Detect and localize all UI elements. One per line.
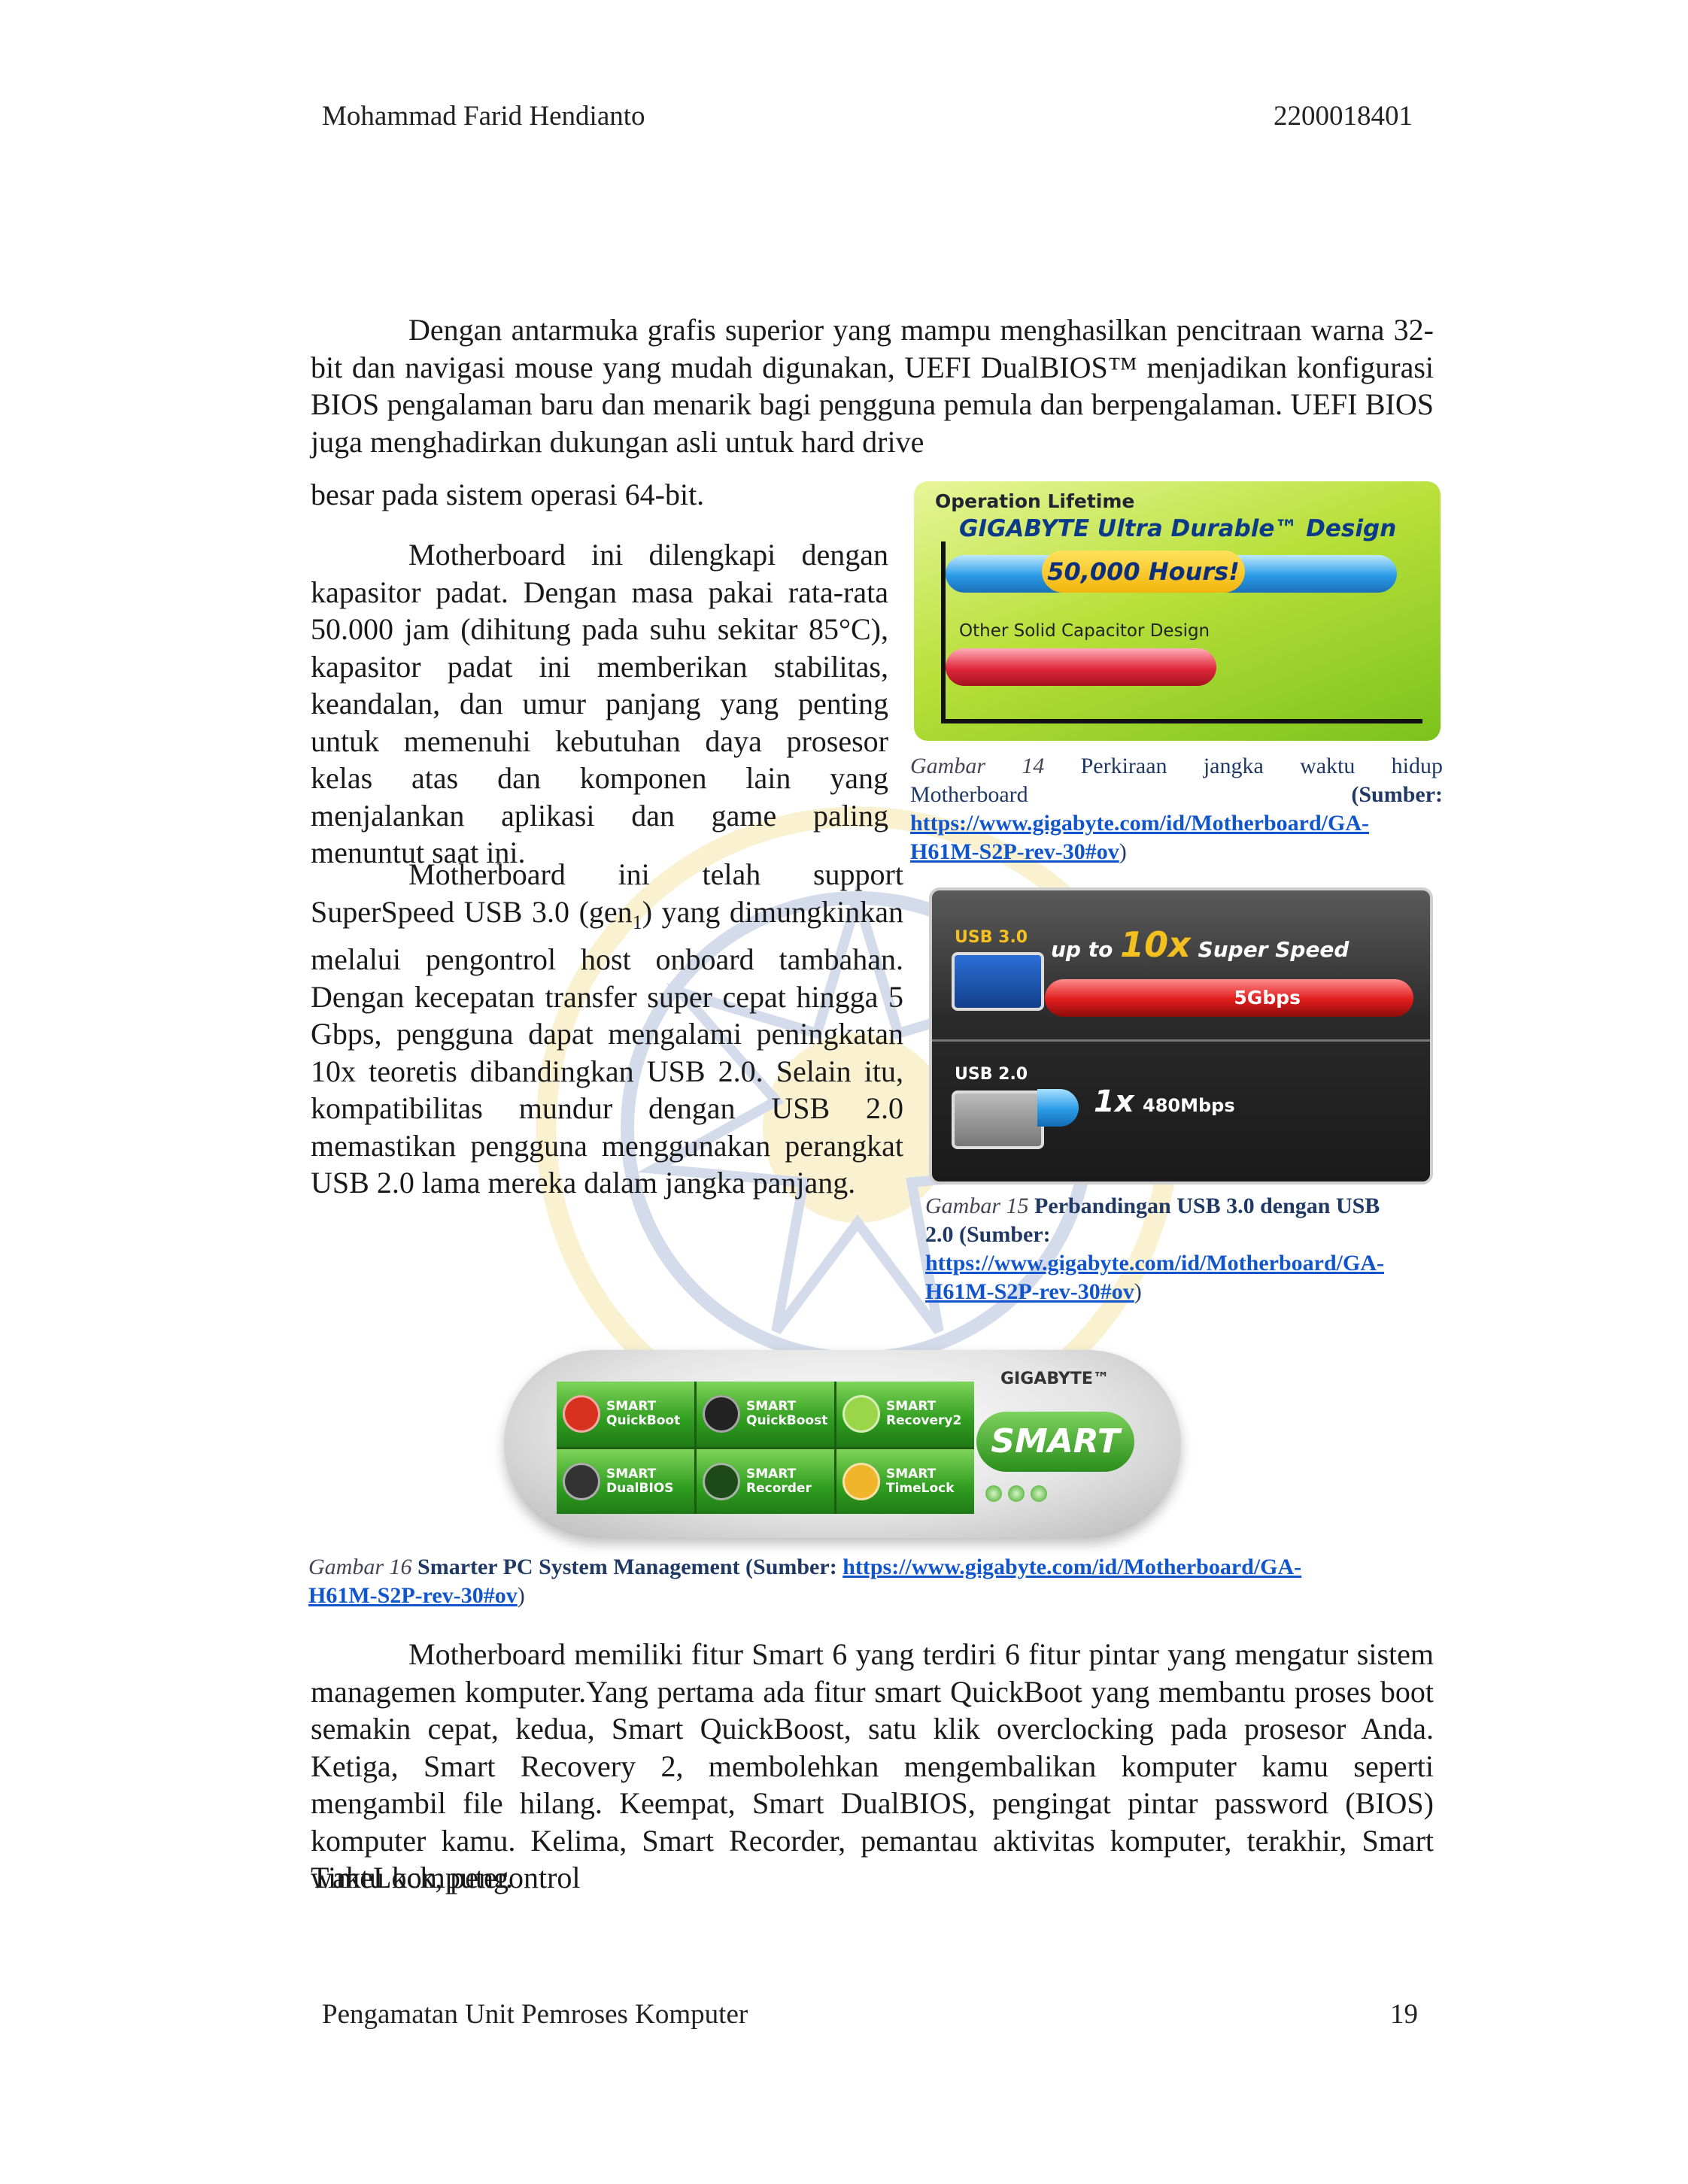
smart6-tile: SMART Recorder <box>697 1448 834 1514</box>
header-student-id: 2200018401 <box>1274 101 1413 132</box>
smart-feature-label: SMART QuickBoot <box>606 1400 680 1428</box>
caption-figure-15: Gambar 15 Perbandingan USB 3.0 dengan US… <box>925 1194 1384 1304</box>
caption-14-source-link[interactable]: https://www.gigabyte.com/id/Motherboard/… <box>910 811 1369 836</box>
figure-usb-comparison: USB 3.0 up to 10x Super Speed 5Gbps USB … <box>929 887 1433 1185</box>
smart-feature-icon <box>842 1395 880 1433</box>
header-author: Mohammad Farid Hendianto <box>322 101 645 132</box>
figure-operation-lifetime-chart: Operation Lifetime GIGABYTE Ultra Durabl… <box>914 481 1441 741</box>
caption-16-source-link-cont[interactable]: H61M-S2P-rev-30#ov <box>308 1583 518 1608</box>
fig15-usb2-bar <box>1037 1089 1079 1127</box>
smart-feature-label-line1: SMART <box>606 1399 657 1415</box>
status-dot <box>1008 1485 1025 1502</box>
smart-feature-label-line2: QuickBoot <box>606 1413 681 1429</box>
smart6-logo: SMART <box>976 1412 1134 1472</box>
smart-feature-label-line1: SMART <box>886 1399 937 1415</box>
page-number: 19 <box>1390 1999 1418 2030</box>
smart-feature-label: SMART QuickBoost <box>746 1400 827 1428</box>
smart-feature-label-line1: SMART <box>746 1466 797 1482</box>
smart6-dots <box>985 1485 1047 1502</box>
usb2-port-icon <box>952 1090 1044 1149</box>
smart-feature-icon <box>703 1462 740 1500</box>
smart-feature-label-line2: TimeLock <box>886 1480 955 1496</box>
smart6-tile: SMART QuickBoot <box>557 1382 694 1447</box>
fig15-usb2-label: USB 2.0 <box>955 1065 1028 1084</box>
fig15-speed-heading: up to 10x Super Speed <box>1051 924 1349 965</box>
smart-feature-label: SMART Recovery2 <box>886 1400 961 1428</box>
footer-title: Pengamatan Unit Pemroses Komputer <box>322 1999 748 2030</box>
smart-feature-label: SMART TimeLock <box>886 1467 955 1496</box>
caption-15-source-link[interactable]: https://www.gigabyte.com/id/Motherboard/… <box>925 1251 1384 1276</box>
smart-feature-label-line1: SMART <box>886 1466 937 1482</box>
smart-feature-label-line1: SMART <box>606 1466 657 1482</box>
fig14-other-bar <box>946 648 1216 686</box>
smart-feature-icon <box>563 1462 600 1500</box>
subscript-one: 1 <box>632 911 642 933</box>
smart6-tile: SMART Recovery2 <box>836 1382 974 1447</box>
smart-feature-label: SMART Recorder <box>746 1467 812 1496</box>
caption-14-line-2: Motherboard (Sumber: <box>910 782 1443 807</box>
caption-14-source-link-cont[interactable]: H61M-S2P-rev-30#ov <box>910 839 1119 864</box>
fig14-title: Operation Lifetime <box>935 490 1135 512</box>
smart-feature-label: SMART DualBIOS <box>606 1467 674 1496</box>
smart6-tile: SMART TimeLock <box>836 1448 974 1514</box>
smart6-tile: SMART QuickBoost <box>697 1382 834 1447</box>
status-dot <box>985 1485 1002 1502</box>
smart-feature-label-line2: Recorder <box>746 1480 812 1496</box>
fig14-other-label: Other Solid Capacitor Design <box>959 621 1210 641</box>
caption-figure-16: Gambar 16 Smarter PC System Management (… <box>308 1555 1302 1608</box>
fig14-subtitle: GIGABYTE Ultra Durable™ Design <box>959 515 1397 542</box>
fig15-usb3-label: USB 3.0 <box>955 928 1028 947</box>
fig15-divider <box>932 1039 1430 1042</box>
status-dot <box>1031 1485 1047 1502</box>
paragraph-solid-capacitor: Motherboard ini dilengkapi dengan kapasi… <box>311 538 888 869</box>
fig15-usb2-rate: 480Mbps <box>1143 1095 1235 1116</box>
figure-smart6-panel: SMART QuickBoot SMART QuickBoost SMART Recove… <box>504 1350 1181 1538</box>
smart-feature-label-line1: SMART <box>746 1399 797 1415</box>
usb3-port-icon <box>952 952 1044 1011</box>
smart-feature-label-line2: QuickBoost <box>746 1413 828 1429</box>
paragraph-smart6: Motherboard memiliki fitur Smart 6 yang … <box>311 1637 1434 1894</box>
caption-figure-14: Gambar 14 Perkiraan jangka waktu hidup M… <box>910 754 1444 864</box>
gigabyte-brand: GIGABYTE™ <box>1000 1370 1110 1388</box>
smart6-tile: SMART DualBIOS <box>557 1448 694 1514</box>
fig14-y-axis <box>941 541 946 722</box>
smart-feature-icon <box>703 1395 740 1433</box>
smart6-tile-grid: SMART QuickBoot SMART QuickBoost SMART Recove… <box>557 1382 974 1514</box>
paragraph-smart6-last-line: waktu komputer. <box>311 1861 513 1894</box>
fig15-usb2-mult: 1x <box>1094 1084 1134 1119</box>
caption-15-source-link-cont[interactable]: H61M-S2P-rev-30#ov <box>925 1279 1134 1304</box>
fig14-x-axis <box>941 719 1422 723</box>
smart-feature-icon <box>842 1462 880 1500</box>
fig14-hours-label: 50,000 Hours! <box>1042 551 1245 593</box>
smart-feature-label-line2: DualBIOS <box>606 1480 674 1496</box>
paragraph-usb3: Motherboard ini telah support SuperSpeed… <box>311 857 903 1200</box>
caption-14-line-1: Gambar 14 Perkiraan jangka waktu hidup <box>910 754 1444 778</box>
paragraph-uefi-dualbios: Dengan antarmuka grafis superior yang ma… <box>311 313 1434 459</box>
smart-feature-icon <box>563 1395 600 1433</box>
caption-16-source-link[interactable]: https://www.gigabyte.com/id/Motherboard/… <box>842 1555 1301 1579</box>
smart-feature-label-line2: Recovery2 <box>886 1413 962 1429</box>
fig15-usb3-bar: 5Gbps <box>1045 979 1413 1017</box>
paragraph-uefi-dualbios-last-line: besar pada sistem operasi 64-bit. <box>311 478 705 511</box>
